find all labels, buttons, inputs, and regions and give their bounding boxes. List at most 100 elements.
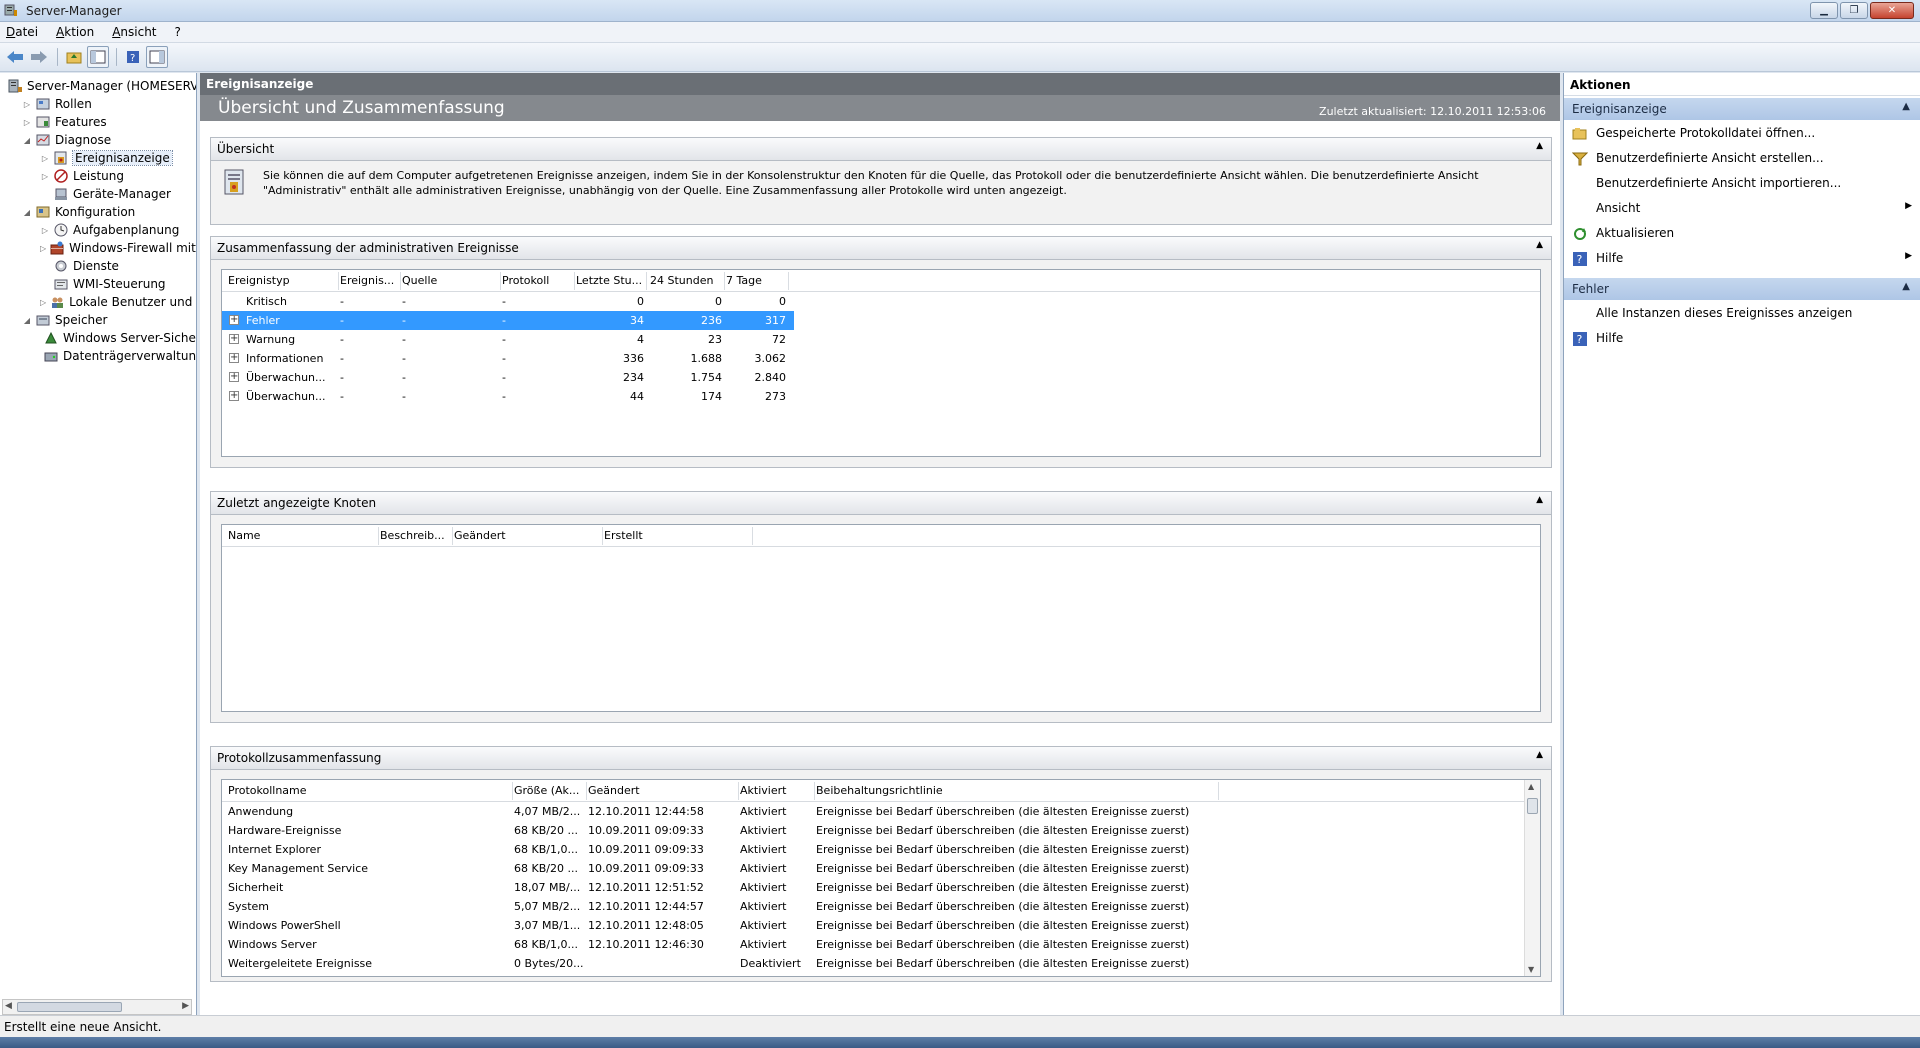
expand-plus-icon[interactable]: + [229, 372, 239, 382]
column-divider[interactable] [646, 272, 647, 290]
tree-node-14[interactable]: Windows Server-Sicherur [0, 329, 196, 347]
column-header[interactable]: 7 Tage [726, 274, 786, 287]
collapse-icon[interactable]: ▲ [1536, 750, 1543, 760]
scroll-right-icon[interactable]: ▶ [182, 1001, 189, 1011]
expand-plus-icon[interactable]: + [229, 315, 239, 325]
log-summary-vertical-scrollbar[interactable]: ▲ ▼ [1524, 780, 1540, 976]
tree-node-3[interactable]: ◢ Diagnose [0, 131, 196, 149]
collapse-icon[interactable]: ▲ [1536, 141, 1543, 151]
table-row[interactable]: + Überwachun... - - - 44 174 273 [222, 387, 794, 406]
column-header[interactable]: Ereignis... [340, 274, 398, 287]
expander-icon[interactable]: ▷ [22, 100, 32, 109]
help-button[interactable]: ? [122, 46, 144, 68]
expand-plus-icon[interactable]: + [229, 353, 239, 363]
column-header[interactable]: Quelle [402, 274, 498, 287]
column-header[interactable]: Letzte Stu... [576, 274, 644, 287]
expander-icon[interactable]: ▷ [40, 298, 46, 307]
tree-node-5[interactable]: ▷ Leistung [0, 167, 196, 185]
scroll-down-icon[interactable]: ▼ [1528, 965, 1534, 974]
tree-node-1[interactable]: ▷ Rollen [0, 95, 196, 113]
action-item[interactable]: Gespeicherte Protokolldatei öffnen... [1564, 120, 1920, 145]
table-row[interactable]: System 5,07 MB/2... 12.10.2011 12:44:57 Akt… [222, 897, 1540, 916]
expander-icon[interactable]: ▷ [40, 244, 46, 253]
collapse-icon[interactable]: ▲ [1902, 101, 1910, 112]
action-item[interactable]: ? Hilfe [1564, 325, 1920, 350]
tree-node-4[interactable]: ▷ Ereignisanzeige [0, 149, 196, 167]
table-row[interactable]: Anwendung 4,07 MB/2... 12.10.2011 12:44:58… [222, 802, 1540, 821]
table-row[interactable]: Windows Server 68 KB/1,0... 12.10.2011 12:… [222, 935, 1540, 954]
back-button[interactable] [4, 46, 26, 68]
forward-button[interactable] [28, 46, 50, 68]
up-button[interactable] [63, 46, 85, 68]
show-hide-action-pane-button[interactable] [146, 46, 168, 68]
column-header[interactable]: Ereignistyp [228, 274, 336, 287]
table-row[interactable]: + Überwachun... - - - 234 1.754 2.840 [222, 368, 794, 387]
table-row[interactable]: + Informationen - - - 336 1.688 3.062 [222, 349, 794, 368]
tree-node-15[interactable]: Datenträgerverwaltung [0, 347, 196, 365]
tree-node-12[interactable]: ▷ Lokale Benutzer und Gru [0, 293, 196, 311]
tree-node-13[interactable]: ◢ Speicher [0, 311, 196, 329]
maximize-button[interactable]: ❐ [1840, 2, 1868, 19]
tree-node-7[interactable]: ◢ Konfiguration [0, 203, 196, 221]
table-row[interactable]: Windows PowerShell 3,07 MB/1... 12.10.2011… [222, 916, 1540, 935]
table-row[interactable]: Internet Explorer 68 KB/1,0... 10.09.2011 … [222, 840, 1540, 859]
column-header[interactable]: Erstellt [604, 529, 750, 542]
recent-nodes-header[interactable]: Zuletzt angezeigte Knoten ▲ [211, 492, 1551, 515]
menu-ansicht[interactable]: Ansicht [112, 25, 156, 39]
column-header[interactable]: Beibehaltungsrichtlinie [816, 784, 1216, 797]
expander-icon[interactable]: ◢ [22, 208, 32, 217]
action-item[interactable]: ? Hilfe ▶ [1564, 245, 1920, 270]
expand-plus-icon[interactable]: + [229, 334, 239, 344]
expander-icon[interactable]: ▷ [40, 172, 50, 181]
action-item[interactable]: Benutzerdefinierte Ansicht importieren..… [1564, 170, 1920, 195]
table-row[interactable]: Sicherheit 18,07 MB/... 12.10.2011 12:51:5… [222, 878, 1540, 897]
action-item[interactable]: Benutzerdefinierte Ansicht erstellen... [1564, 145, 1920, 170]
column-divider[interactable] [752, 527, 753, 545]
column-divider[interactable] [500, 272, 501, 290]
column-divider[interactable] [586, 782, 587, 800]
column-header[interactable]: Geändert [454, 529, 600, 542]
tree-node-2[interactable]: ▷ Features [0, 113, 196, 131]
close-button[interactable]: ✕ [1870, 2, 1914, 19]
column-divider[interactable] [378, 527, 379, 545]
table-row[interactable]: Key Management Service 68 KB/20 ... 10.09.… [222, 859, 1540, 878]
column-divider[interactable] [738, 782, 739, 800]
expander-icon[interactable]: ▷ [22, 118, 32, 127]
table-row[interactable]: Kritisch - - - 0 0 0 [222, 292, 794, 311]
table-row[interactable]: + Warnung - - - 4 23 72 [222, 330, 794, 349]
overview-header[interactable]: Übersicht ▲ [211, 138, 1551, 161]
expand-plus-icon[interactable]: + [229, 391, 239, 401]
action-item[interactable]: Alle Instanzen dieses Ereignisses anzeig… [1564, 300, 1920, 325]
column-header[interactable]: Größe (Ak... [514, 784, 584, 797]
column-divider[interactable] [512, 782, 513, 800]
table-row[interactable]: Weitergeleitete Ereignisse 0 Bytes/20... D… [222, 954, 1540, 973]
minimize-button[interactable]: ▁ [1810, 2, 1838, 19]
log-summary-header[interactable]: Protokollzusammenfassung ▲ [211, 747, 1551, 770]
tree-node-6[interactable]: Geräte-Manager [0, 185, 196, 203]
column-divider[interactable] [574, 272, 575, 290]
table-row[interactable]: + Fehler - - - 34 236 317 [222, 311, 794, 330]
scrollbar-thumb[interactable] [17, 1002, 122, 1012]
column-header[interactable]: Beschreib... [380, 529, 450, 542]
collapse-icon[interactable]: ▲ [1536, 240, 1543, 250]
actions-group-header[interactable]: Ereignisanzeige ▲ [1564, 98, 1920, 120]
column-divider[interactable] [338, 272, 339, 290]
column-divider[interactable] [452, 527, 453, 545]
show-hide-tree-button[interactable] [87, 46, 109, 68]
admin-summary-header[interactable]: Zusammenfassung der administrativen Erei… [211, 237, 1551, 260]
scroll-up-icon[interactable]: ▲ [1528, 782, 1534, 791]
column-divider[interactable] [400, 272, 401, 290]
column-divider[interactable] [1218, 782, 1219, 800]
column-header[interactable]: Geändert [588, 784, 736, 797]
tree-node-11[interactable]: WMI-Steuerung [0, 275, 196, 293]
column-header[interactable]: Name [228, 529, 376, 542]
column-divider[interactable] [602, 527, 603, 545]
scrollbar-thumb[interactable] [1527, 798, 1538, 814]
menu-datei[interactable]: Datei [6, 25, 38, 39]
action-item[interactable]: Ansicht ▶ [1564, 195, 1920, 220]
action-item[interactable]: Aktualisieren [1564, 220, 1920, 245]
collapse-icon[interactable]: ▲ [1536, 495, 1543, 505]
expander-icon[interactable]: ◢ [22, 316, 32, 325]
tree-node-0[interactable]: Server-Manager (HOMESERVER) [0, 77, 196, 95]
expander-icon[interactable]: ◢ [22, 136, 32, 145]
